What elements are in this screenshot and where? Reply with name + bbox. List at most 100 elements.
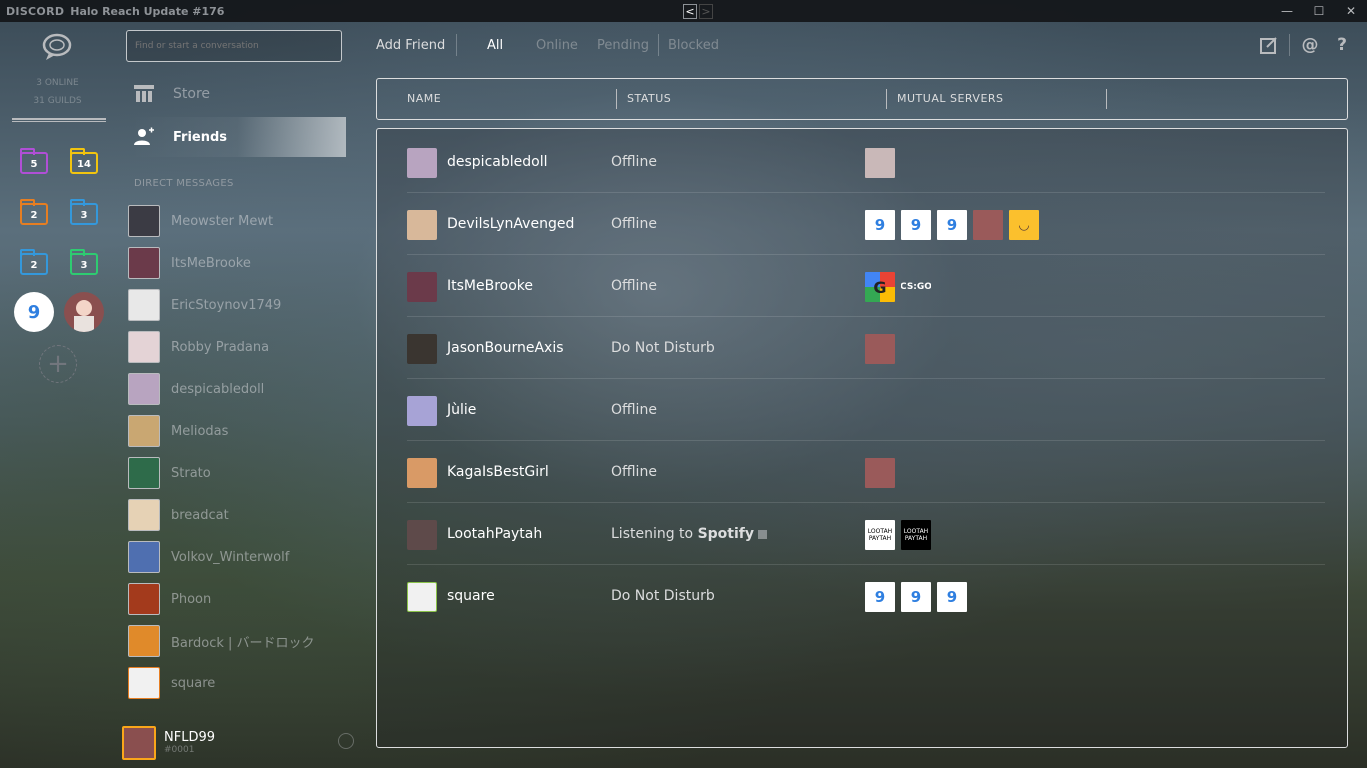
tab-blocked[interactable]: Blocked (668, 38, 719, 53)
discord-logo: DISCORD (6, 4, 65, 18)
friend-row[interactable]: ItsMeBrooke Offline G CS:GO (377, 255, 1347, 317)
server-icon[interactable]: ◡ (1009, 210, 1039, 240)
window-controls: — ☐ ✕ (1271, 0, 1367, 22)
dm-item[interactable]: Phoon (128, 582, 348, 616)
dm-item[interactable]: Bardock | バードロック (128, 624, 348, 658)
server-icon[interactable]: LOOTAH PAYTAH (865, 520, 895, 550)
server-icon[interactable]: 9 (901, 582, 931, 612)
search-input[interactable] (126, 30, 342, 62)
avatar (128, 499, 160, 531)
mention-icon[interactable]: @ (1300, 35, 1320, 55)
avatar (407, 272, 437, 302)
toolbar-divider (658, 34, 659, 56)
server-icon[interactable]: LOOTAH PAYTAH (901, 520, 931, 550)
friend-row[interactable]: LootahPaytah Listening to Spotify LOOTAH… (377, 503, 1347, 565)
dm-item[interactable]: Meliodas (128, 414, 348, 448)
server-icon[interactable] (865, 458, 895, 488)
friend-row[interactable]: square Do Not Disturb 9 9 9 (377, 565, 1347, 627)
friend-status: Offline (611, 278, 657, 294)
nav-friends[interactable]: Friends (129, 117, 346, 157)
dm-item[interactable]: ItsMeBrooke (128, 246, 348, 280)
server-icon[interactable]: 9 (901, 210, 931, 240)
dm-item[interactable]: Meowster Mewt (128, 204, 348, 238)
server-icon[interactable]: 9 (937, 582, 967, 612)
guild-folder[interactable]: 3 (70, 199, 98, 225)
guild-folder[interactable]: 2 (20, 249, 48, 275)
guild-folder[interactable]: 14 (70, 148, 98, 174)
friend-status: Offline (611, 154, 657, 170)
server-icon[interactable]: 9 (865, 582, 895, 612)
mutual-servers: LOOTAH PAYTAH LOOTAH PAYTAH (865, 520, 931, 550)
maximize-icon[interactable]: ☐ (1303, 0, 1335, 22)
avatar (128, 583, 160, 615)
friends-list: despicabledoll Offline DevilsLynAvenged … (376, 128, 1348, 748)
avatar (407, 334, 437, 364)
guild-folder[interactable]: 3 (70, 249, 98, 275)
avatar[interactable] (122, 725, 156, 760)
friend-status: Do Not Disturb (611, 340, 715, 356)
friend-row[interactable]: Jùlie Offline (377, 379, 1347, 441)
dm-item[interactable]: EricStoynov1749 (128, 288, 348, 322)
server-icon[interactable]: G (865, 272, 895, 302)
guild-folder[interactable]: 2 (20, 199, 48, 225)
spotify-link[interactable]: Spotify (698, 526, 754, 542)
guild-anime-icon[interactable] (64, 292, 104, 332)
friend-row[interactable]: DevilsLynAvenged Offline 9 9 9 ◡ (377, 193, 1347, 255)
gear-icon[interactable] (338, 733, 354, 749)
back-button[interactable]: < (683, 4, 697, 19)
dm-sidebar: Store Friends DIRECT MESSAGES Meowster M… (115, 22, 360, 768)
friends-toolbar: Add Friend All Online Pending Blocked @ … (360, 22, 1367, 70)
server-icon[interactable] (865, 148, 895, 178)
friend-row[interactable]: JasonBourneAxis Do Not Disturb (377, 317, 1347, 379)
guild-ninja-icon[interactable]: 9 (14, 292, 54, 332)
add-friend-button[interactable]: Add Friend (376, 38, 445, 53)
guild-folder[interactable]: 5 (20, 148, 48, 174)
dm-item[interactable]: Strato (128, 456, 348, 490)
avatar (407, 396, 437, 426)
help-icon[interactable]: ? (1332, 35, 1352, 55)
friend-name: KagaIsBestGirl (447, 464, 549, 480)
add-guild-button[interactable]: + (39, 345, 77, 383)
server-icon[interactable] (973, 210, 1003, 240)
dm-item[interactable]: Robby Pradana (128, 330, 348, 364)
dm-item[interactable]: Volkov_Winterwolf (128, 540, 348, 574)
avatar (128, 373, 160, 405)
tab-pending[interactable]: Pending (597, 38, 649, 53)
minimize-icon[interactable]: — (1271, 0, 1303, 22)
column-divider (1106, 89, 1107, 109)
dm-item[interactable]: despicabledoll (128, 372, 348, 406)
new-group-dm-icon[interactable] (1259, 35, 1279, 55)
guild-count: 31 GUILDS (33, 96, 82, 106)
online-count: 3 ONLINE (36, 78, 79, 88)
dm-item[interactable]: square (128, 666, 348, 700)
rich-presence-icon[interactable] (758, 529, 768, 539)
close-icon[interactable]: ✕ (1335, 0, 1367, 22)
mutual-servers (865, 334, 895, 364)
dm-item[interactable]: breadcat (128, 498, 348, 532)
friend-status: Do Not Disturb (611, 588, 715, 604)
column-mutual-servers[interactable]: MUTUAL SERVERS (897, 92, 1004, 105)
column-name[interactable]: NAME (407, 92, 441, 105)
server-icon[interactable] (865, 334, 895, 364)
server-icon[interactable]: 9 (937, 210, 967, 240)
column-status[interactable]: STATUS (627, 92, 671, 105)
forward-button[interactable]: > (699, 4, 713, 19)
server-icon[interactable]: CS:GO (901, 272, 931, 302)
friend-row[interactable]: KagaIsBestGirl Offline (377, 441, 1347, 503)
mutual-servers (865, 148, 895, 178)
friend-row[interactable]: despicabledoll Offline (377, 131, 1347, 193)
tab-all[interactable]: All (487, 38, 503, 53)
anime-avatar-icon (74, 300, 94, 332)
user-panel: NFLD99 #0001 (115, 717, 360, 768)
tab-online[interactable]: Online (536, 38, 578, 53)
friend-name: despicabledoll (447, 154, 548, 170)
avatar (128, 541, 160, 573)
friends-label: Friends (173, 129, 228, 145)
home-button[interactable] (40, 32, 76, 62)
friends-icon (131, 125, 157, 149)
avatar (128, 205, 160, 237)
friend-name: DevilsLynAvenged (447, 216, 575, 232)
avatar (407, 210, 437, 240)
server-icon[interactable]: 9 (865, 210, 895, 240)
nav-store[interactable]: Store (129, 74, 346, 114)
